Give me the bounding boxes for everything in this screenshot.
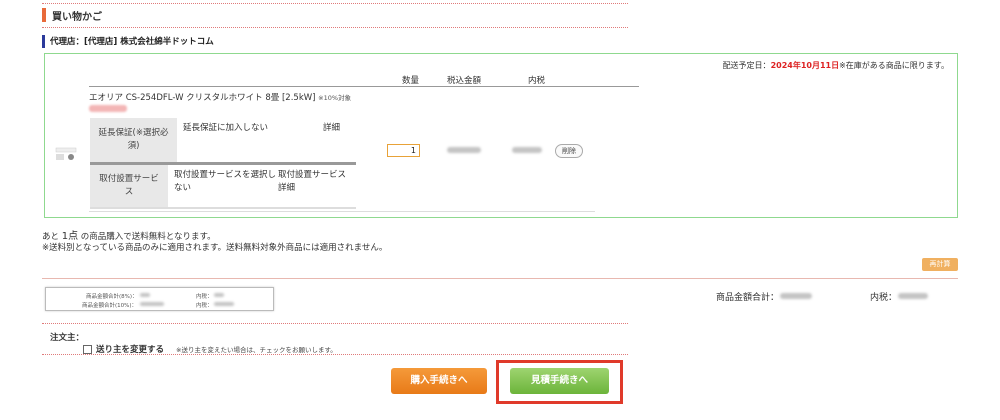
option-label-warranty: 延長保証(※選択必須) bbox=[90, 118, 177, 162]
product-thumbnail[interactable] bbox=[55, 147, 77, 161]
item-bottom-divider bbox=[89, 211, 595, 212]
recalculate-button[interactable]: 再計算 bbox=[922, 258, 958, 271]
totals-divider bbox=[42, 278, 958, 279]
product-name[interactable]: エオリア CS-254DFL-W クリスタルホワイト 8畳 [2.5kW] ※1… bbox=[89, 91, 351, 103]
quantity-input[interactable]: 1 bbox=[387, 144, 420, 157]
option-row-install: 取付設置サービス 取付設置サービスを選択しない 取付設置サービス詳細 bbox=[90, 165, 356, 207]
agent-title: 代理店：[代理店] 株式会社綿半ドットコム bbox=[42, 34, 214, 48]
orderer-divider-bottom bbox=[42, 354, 628, 355]
tax-summary-box: 商品金額合計(8%)： 内税： 商品金額合計(10%)： 内税： bbox=[45, 287, 274, 311]
delivery-info: 配送予定日：2024年10月11日※在庫がある商品に限ります。 bbox=[723, 60, 949, 71]
option-value-warranty: 延長保証に加入しない 詳細 bbox=[177, 118, 356, 162]
top-divider bbox=[42, 3, 628, 4]
delivery-note: ※在庫がある商品に限ります。 bbox=[839, 61, 949, 70]
option-bottom-divider bbox=[90, 207, 356, 209]
product-name-text[interactable]: エオリア CS-254DFL-W クリスタルホワイト 8畳 [2.5kW] bbox=[89, 93, 315, 103]
column-header-tax: 内税 bbox=[528, 76, 546, 86]
summary-8-tax-label: 内税： bbox=[196, 294, 213, 300]
summary-10-amount-blurred bbox=[140, 302, 164, 306]
column-header-tax-incl: 税込金額 bbox=[447, 76, 482, 86]
summary-8-tax-blurred bbox=[214, 293, 224, 297]
estimate-button-highlight bbox=[496, 360, 623, 404]
subtotal-amount-blurred bbox=[780, 293, 812, 299]
free-shipping-note: あと 1点 の商品購入で送料無料となります。 bbox=[42, 227, 216, 242]
delivery-date: 2024年10月11日 bbox=[770, 61, 840, 70]
orderer-title: 注文主： bbox=[50, 333, 85, 343]
free-shipping-scope-note: ※送料別となっている商品のみに適用されます。送料無料対象外商品には適用されません… bbox=[42, 243, 388, 253]
summary-8-label: 商品金額合計(8%)： bbox=[86, 294, 138, 300]
change-sender-checkbox[interactable] bbox=[83, 344, 92, 354]
summary-10-tax-blurred bbox=[214, 302, 234, 306]
cart-box: 配送予定日：2024年10月11日※在庫がある商品に限ります。 数量 税込金額 … bbox=[44, 53, 958, 218]
summary-10-tax-label: 内税： bbox=[196, 303, 213, 309]
cart-section-title: 買い物かご bbox=[42, 8, 102, 23]
subtotal-label: 商品金額合計： bbox=[716, 293, 780, 303]
options-table: 延長保証(※選択必須) 延長保証に加入しない 詳細 取付設置サービス 取付設置サ… bbox=[90, 118, 356, 209]
install-detail-link[interactable]: 取付設置サービス詳細 bbox=[278, 169, 350, 203]
agent-title-text: 代理店：[代理店] 株式会社綿半ドットコム bbox=[50, 37, 214, 47]
delivery-label: 配送予定日： bbox=[722, 61, 771, 70]
purchase-button[interactable]: 購入手続きへ bbox=[391, 368, 487, 394]
option-label-install: 取付設置サービス bbox=[90, 165, 168, 207]
header-divider bbox=[89, 86, 639, 87]
product-price-blurred bbox=[89, 105, 127, 112]
install-value: 取付設置サービスを選択しない bbox=[174, 170, 277, 193]
option-row-warranty: 延長保証(※選択必須) 延長保証に加入しない 詳細 bbox=[90, 118, 356, 162]
total-tax-amount-blurred bbox=[898, 293, 928, 299]
orderer-divider-top bbox=[42, 323, 628, 324]
summary-10-label: 商品金額合計(10%)： bbox=[82, 303, 138, 309]
summary-8-amount-blurred bbox=[140, 293, 150, 297]
agent-accent-bar bbox=[42, 34, 45, 48]
change-sender-note: ※送り主を変えたい場合は、チェックをお願いします。 bbox=[176, 346, 337, 354]
warranty-detail-link[interactable]: 詳細 bbox=[323, 122, 340, 135]
option-value-install: 取付設置サービスを選択しない 取付設置サービス詳細 bbox=[168, 165, 356, 207]
column-header-qty: 数量 bbox=[402, 76, 420, 86]
title-divider bbox=[42, 27, 628, 28]
cart-title-text: 買い物かご bbox=[52, 11, 102, 23]
total-tax-label: 内税： bbox=[870, 293, 898, 303]
tax-rate-note: ※10%対象 bbox=[318, 94, 352, 102]
tax-incl-amount-blurred bbox=[447, 147, 481, 153]
title-accent-bar bbox=[42, 8, 46, 22]
tax-amount-blurred bbox=[512, 147, 542, 153]
warranty-value: 延長保証に加入しない bbox=[183, 123, 269, 133]
delete-button[interactable]: 削除 bbox=[555, 144, 583, 158]
